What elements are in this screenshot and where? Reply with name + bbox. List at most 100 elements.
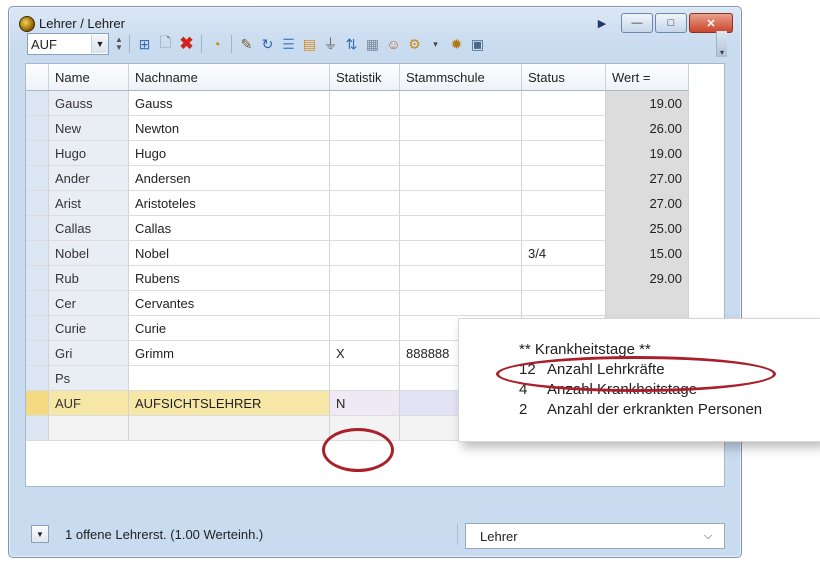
table-row[interactable]: Nobel Nobel 3/4 15.00 xyxy=(26,240,689,266)
row-indicator[interactable] xyxy=(26,190,49,216)
row-indicator[interactable] xyxy=(26,340,49,366)
row-indicator[interactable] xyxy=(26,390,49,416)
cell-name[interactable]: Ander xyxy=(48,165,129,191)
cell-name[interactable]: Cer xyxy=(48,290,129,316)
cell-nachname[interactable]: Cervantes xyxy=(128,290,330,316)
cell-statistik[interactable] xyxy=(329,140,400,166)
cell-wert[interactable]: 27.00 xyxy=(605,190,689,216)
cell-nachname[interactable]: AUFSICHTSLEHRER xyxy=(128,390,330,416)
list-icon[interactable]: ☰ xyxy=(279,34,298,54)
cell-name[interactable]: Curie xyxy=(48,315,129,341)
toolbar-overflow-icon[interactable]: ▾ xyxy=(716,31,727,57)
cell-stammschule[interactable] xyxy=(399,240,522,266)
maximize-button[interactable]: □ xyxy=(655,13,687,33)
cell-status[interactable] xyxy=(521,190,606,216)
filter-icon[interactable]: ⏚ xyxy=(321,34,340,54)
cell-nachname[interactable]: Nobel xyxy=(128,240,330,266)
close-button[interactable]: ✕ xyxy=(689,13,733,33)
sort-icon[interactable]: ⇅ xyxy=(342,34,361,54)
column-header-statistik[interactable]: Statistik xyxy=(329,64,400,91)
cell-stammschule[interactable] xyxy=(399,190,522,216)
cell-statistik[interactable] xyxy=(329,165,400,191)
cell-wert[interactable]: 26.00 xyxy=(605,115,689,141)
empty-cell[interactable] xyxy=(128,415,330,441)
cell-statistik[interactable] xyxy=(329,265,400,291)
table-row[interactable]: Arist Aristoteles 27.00 xyxy=(26,190,689,216)
play-icon[interactable]: ▶ xyxy=(593,14,611,32)
settings-icon[interactable]: ⚙ xyxy=(405,34,424,54)
cell-statistik[interactable]: N xyxy=(329,390,400,416)
cell-name[interactable]: Arist xyxy=(48,190,129,216)
cell-name[interactable]: AUF xyxy=(48,390,129,416)
column-header-wert[interactable]: Wert = xyxy=(605,64,689,91)
cell-name[interactable]: Callas xyxy=(48,215,129,241)
chevron-down-icon[interactable]: ▼ xyxy=(91,35,108,53)
table-row[interactable]: Callas Callas 25.00 xyxy=(26,215,689,241)
cell-name[interactable]: Gauss xyxy=(48,90,129,116)
cell-nachname[interactable]: Gauss xyxy=(128,90,330,116)
cell-status[interactable] xyxy=(521,90,606,116)
column-header-nachname[interactable]: Nachname xyxy=(128,64,330,91)
group-icon[interactable]: ▦ xyxy=(363,34,382,54)
cell-wert[interactable]: 15.00 xyxy=(605,240,689,266)
cell-stammschule[interactable] xyxy=(399,290,522,316)
row-indicator[interactable] xyxy=(26,165,49,191)
spinner-icon[interactable]: ▲ ▼ xyxy=(113,34,125,54)
cell-statistik[interactable] xyxy=(329,190,400,216)
view-selector[interactable]: Lehrer ⌵ xyxy=(465,523,725,549)
row-indicator[interactable] xyxy=(26,115,49,141)
column-header-name[interactable]: Name xyxy=(48,64,129,91)
cell-status[interactable] xyxy=(521,165,606,191)
cell-stammschule[interactable] xyxy=(399,90,522,116)
cell-statistik[interactable] xyxy=(329,365,400,391)
cell-wert[interactable]: 27.00 xyxy=(605,165,689,191)
row-indicator[interactable] xyxy=(26,140,49,166)
row-indicator[interactable] xyxy=(26,315,49,341)
minimize-button[interactable]: — xyxy=(621,13,653,33)
row-indicator[interactable] xyxy=(26,290,49,316)
cell-name[interactable]: New xyxy=(48,115,129,141)
cell-statistik[interactable] xyxy=(329,215,400,241)
cell-stammschule[interactable] xyxy=(399,215,522,241)
cell-status[interactable] xyxy=(521,140,606,166)
refresh-icon[interactable]: ↻ xyxy=(258,34,277,54)
record-selector[interactable]: AUF ▼ xyxy=(27,33,109,55)
report-icon[interactable]: ▤ xyxy=(300,34,319,54)
table-row[interactable]: Cer Cervantes xyxy=(26,290,689,316)
cell-wert[interactable]: 29.00 xyxy=(605,265,689,291)
cell-stammschule[interactable] xyxy=(399,115,522,141)
row-indicator[interactable] xyxy=(26,265,49,291)
cell-name[interactable]: Nobel xyxy=(48,240,129,266)
chevron-down-icon[interactable]: ▾ xyxy=(426,34,445,54)
palette-icon[interactable]: ✎ xyxy=(237,34,256,54)
cell-status[interactable]: 3/4 xyxy=(521,240,606,266)
cell-status[interactable] xyxy=(521,265,606,291)
cell-statistik[interactable] xyxy=(329,315,400,341)
chevron-down-icon[interactable]: ⌵ xyxy=(704,530,724,543)
row-indicator[interactable] xyxy=(26,215,49,241)
empty-cell[interactable] xyxy=(48,415,129,441)
calendar-icon[interactable]: ▣ xyxy=(468,34,487,54)
cell-statistik[interactable] xyxy=(329,115,400,141)
cell-stammschule[interactable] xyxy=(399,140,522,166)
cell-statistik[interactable] xyxy=(329,290,400,316)
cell-nachname[interactable]: Callas xyxy=(128,215,330,241)
cell-statistik[interactable] xyxy=(329,240,400,266)
table-row[interactable]: Ander Andersen 27.00 xyxy=(26,165,689,191)
cell-nachname[interactable]: Newton xyxy=(128,115,330,141)
cell-wert[interactable]: 19.00 xyxy=(605,140,689,166)
new-document-icon[interactable]: 🗋 xyxy=(156,34,175,54)
cell-nachname[interactable]: Andersen xyxy=(128,165,330,191)
cell-status[interactable] xyxy=(521,115,606,141)
table-row[interactable]: Gauss Gauss 19.00 xyxy=(26,90,689,116)
table-row[interactable]: New Newton 26.00 xyxy=(26,115,689,141)
row-indicator[interactable] xyxy=(26,90,49,116)
cell-status[interactable] xyxy=(521,215,606,241)
row-indicator[interactable] xyxy=(26,415,49,441)
row-indicator[interactable] xyxy=(26,365,49,391)
cell-wert[interactable] xyxy=(605,290,689,316)
gear-icon[interactable]: ✹ xyxy=(447,34,466,54)
cell-name[interactable]: Hugo xyxy=(48,140,129,166)
delete-icon[interactable]: ✖ xyxy=(177,34,196,54)
table-row[interactable]: Rub Rubens 29.00 xyxy=(26,265,689,291)
